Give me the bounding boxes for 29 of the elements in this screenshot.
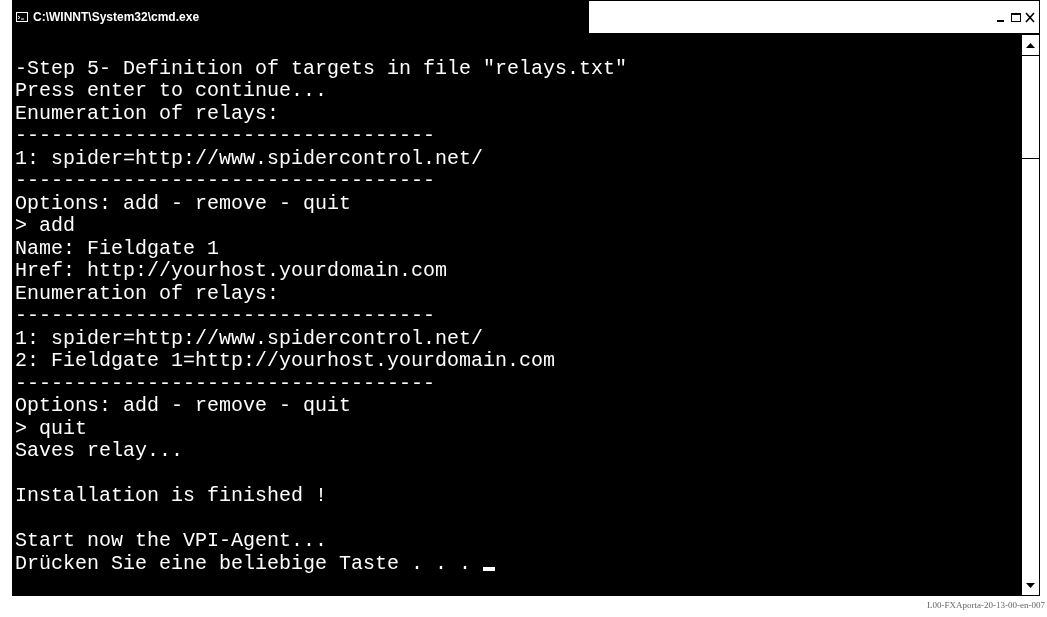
console-line: Press enter to continue... bbox=[15, 80, 328, 103]
console-line: Drücken Sie eine beliebige Taste . . . bbox=[15, 552, 473, 575]
console-line: Options: add - remove - quit bbox=[15, 192, 352, 215]
console-line: Href: http://yourhost.yourdomain.com bbox=[15, 260, 448, 283]
scrollbar[interactable] bbox=[1021, 35, 1039, 595]
console-line: Start now the VPI-Agent... bbox=[15, 530, 328, 553]
console-line: > add bbox=[15, 215, 75, 238]
console-line: ----------------------------------- bbox=[15, 125, 436, 148]
console-line: 1: spider=http://www.spidercontrol.net/ bbox=[15, 147, 484, 170]
figure-label: L00-FXAporta-20-13-00-en-007 bbox=[927, 600, 1045, 610]
console-line: Options: add - remove - quit bbox=[15, 395, 352, 418]
console-line: ----------------------------------- bbox=[15, 305, 436, 328]
close-icon[interactable] bbox=[1024, 11, 1036, 23]
console-line: ----------------------------------- bbox=[15, 170, 436, 193]
console-line: Saves relay... bbox=[15, 440, 184, 463]
console-line: 1: spider=http://www.spidercontrol.net/ bbox=[15, 327, 484, 350]
window-title: C:\WINNT\System32\cmd.exe bbox=[33, 10, 200, 24]
console-line: Enumeration of relays: bbox=[15, 102, 280, 125]
console-line: 2: Fieldgate 1=http://yourhost.yourdomain.com bbox=[15, 350, 556, 373]
console-icon bbox=[16, 12, 28, 22]
scroll-down-icon[interactable] bbox=[1026, 582, 1035, 588]
console-line: ----------------------------------- bbox=[15, 372, 436, 395]
maximize-icon[interactable] bbox=[1010, 11, 1022, 23]
console-line: Name: Fieldgate 1 bbox=[15, 237, 220, 260]
console-line: > quit bbox=[15, 417, 87, 440]
console-line: Installation is finished ! bbox=[15, 485, 328, 508]
scroll-up-icon[interactable] bbox=[1026, 42, 1035, 48]
console-line: Enumeration of relays: bbox=[15, 282, 280, 305]
console-line: -Step 5- Definition of targets in file "relays.txt" bbox=[15, 57, 628, 80]
